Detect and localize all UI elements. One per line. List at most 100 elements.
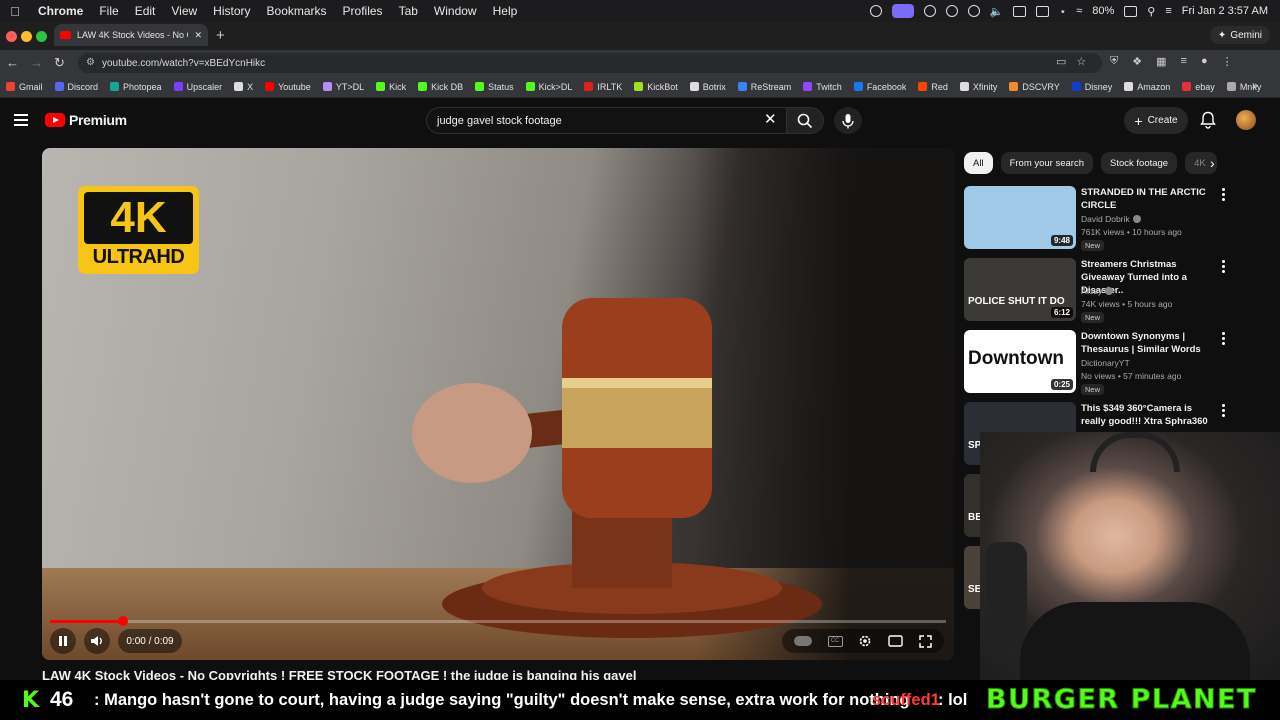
hamburger-menu-icon[interactable]: [14, 114, 28, 129]
menu-bookmarks[interactable]: Bookmarks: [259, 4, 335, 18]
account-avatar[interactable]: [1236, 110, 1256, 130]
status-box-icon[interactable]: [1013, 5, 1027, 17]
media-play-icon[interactable]: [967, 5, 980, 17]
fullscreen-icon[interactable]: [919, 634, 932, 648]
forward-arrow-icon[interactable]: →: [30, 55, 43, 70]
window-close-button[interactable]: [6, 31, 17, 42]
bookmark-item[interactable]: IRLTK: [584, 82, 622, 92]
bookmark-item[interactable]: DSCVRY: [1009, 82, 1060, 92]
status-camera-icon[interactable]: [869, 5, 882, 17]
bookmark-item[interactable]: Gmail: [6, 82, 43, 92]
bookmark-item[interactable]: ebay: [1182, 82, 1215, 92]
gemini-button[interactable]: ✦ Gemini: [1209, 26, 1270, 44]
more-actions-icon[interactable]: [1222, 404, 1228, 419]
pause-button[interactable]: [50, 628, 76, 654]
install-app-icon[interactable]: ▭: [1056, 55, 1066, 68]
status-grid-icon[interactable]: [945, 5, 958, 17]
bookmark-item[interactable]: Youtube: [265, 82, 311, 92]
create-button[interactable]: + Create: [1124, 107, 1188, 134]
control-center-icon[interactable]: ≡: [1165, 5, 1171, 17]
site-info-icon[interactable]: ⚙: [86, 57, 95, 68]
puzzle-extensions-icon[interactable]: ❖: [1132, 55, 1142, 68]
captions-icon[interactable]: CC: [827, 635, 843, 647]
bookmark-item[interactable]: YT>DL: [322, 82, 364, 92]
wifi-icon[interactable]: ≈: [1076, 5, 1082, 17]
bookmark-item[interactable]: Kick DB: [418, 82, 463, 92]
bookmark-item[interactable]: Photopea: [110, 82, 162, 92]
back-arrow-icon[interactable]: ←: [6, 55, 19, 70]
recommendation-item[interactable]: Downtown 0:25 Downtown Synonyms | Thesauru…: [964, 330, 1244, 395]
mute-button[interactable]: [84, 628, 110, 654]
search-button[interactable]: [786, 107, 824, 134]
recommendation-title[interactable]: Downtown Synonyms | Thesaurus | Similar …: [1081, 330, 1216, 356]
bookmark-item[interactable]: Botrix: [689, 82, 726, 92]
bookmark-item[interactable]: Disney: [1071, 82, 1112, 92]
profile-avatar-small[interactable]: ●: [1201, 55, 1208, 68]
apple-menu-icon[interactable]: : [0, 4, 30, 19]
recommendation-item[interactable]: 9:48 STRANDED IN THE ARCTIC CIRCLE David D…: [964, 186, 1244, 251]
bookmark-item[interactable]: Status: [475, 82, 514, 92]
bookmark-item[interactable]: KickBot: [634, 82, 678, 92]
video-thumbnail[interactable]: Downtown 0:25: [964, 330, 1076, 393]
bookmark-item[interactable]: Discord: [54, 82, 98, 92]
recommendation-title[interactable]: STRANDED IN THE ARCTIC CIRCLE: [1081, 186, 1216, 212]
voice-search-button[interactable]: [834, 107, 862, 134]
bookmark-item[interactable]: Kick>DL: [525, 82, 572, 92]
video-thumbnail[interactable]: 9:48: [964, 186, 1076, 249]
bookmark-item[interactable]: Upscaler: [173, 82, 222, 92]
sidepanel-icon[interactable]: ▦: [1156, 55, 1166, 68]
tab-close-icon[interactable]: ✕: [194, 30, 202, 41]
display-icon[interactable]: [1036, 5, 1050, 17]
menu-edit[interactable]: Edit: [127, 4, 164, 18]
video-progress-bar[interactable]: [50, 616, 946, 626]
channel-name[interactable]: David Dobrik: [1081, 214, 1141, 224]
notifications-bell-icon[interactable]: [1200, 111, 1216, 129]
chip-stock-footage[interactable]: Stock footage: [1101, 152, 1178, 174]
video-thumbnail[interactable]: POLICE SHUT IT DO 6:12: [964, 258, 1076, 321]
reading-list-icon[interactable]: ≡: [1181, 55, 1187, 68]
chrome-menu-icon[interactable]: ⋮: [1222, 55, 1233, 68]
bookmark-item[interactable]: Amazon: [1124, 82, 1170, 92]
browser-tab-active[interactable]: LAW 4K Stock Videos - No Co ✕: [54, 24, 208, 46]
clock-datetime[interactable]: Fri Jan 2 3:57 AM: [1182, 5, 1268, 17]
spotlight-search-icon[interactable]: ⚲: [1147, 5, 1155, 18]
channel-name[interactable]: Atozy: [1081, 286, 1114, 296]
bluetooth-icon[interactable]: ⋆: [1059, 5, 1066, 18]
bookmark-item[interactable]: ReStream: [737, 82, 791, 92]
menu-window[interactable]: Window: [426, 4, 485, 18]
battery-icon[interactable]: [1124, 5, 1138, 17]
address-bar[interactable]: ⚙ youtube.com/watch?v=xBEdYcnHikc: [78, 53, 1102, 73]
recommendation-title[interactable]: This $349 360°Camera is really good!!! X…: [1081, 402, 1216, 428]
bookmark-item[interactable]: X: [234, 82, 253, 92]
menu-file[interactable]: File: [91, 4, 126, 18]
menu-help[interactable]: Help: [485, 4, 526, 18]
new-tab-icon[interactable]: +: [216, 27, 225, 44]
channel-name[interactable]: DictionaryYT: [1081, 358, 1130, 368]
bookmark-item[interactable]: Kick: [376, 82, 406, 92]
clear-search-icon[interactable]: ✕: [764, 110, 777, 128]
chip-from-your-search[interactable]: From your search: [1000, 152, 1093, 174]
menu-app-name[interactable]: Chrome: [30, 4, 91, 18]
youtube-premium-logo[interactable]: Premium: [45, 112, 127, 128]
search-input[interactable]: judge gavel stock footage: [426, 107, 786, 134]
shield-extension-icon[interactable]: ⛨: [1110, 55, 1118, 68]
screen-share-icon[interactable]: [891, 4, 914, 18]
menu-profiles[interactable]: Profiles: [335, 4, 391, 18]
window-zoom-button[interactable]: [36, 31, 47, 42]
theater-mode-icon[interactable]: [888, 635, 903, 647]
window-minimize-button[interactable]: [21, 31, 32, 42]
autoplay-toggle[interactable]: [793, 636, 812, 646]
settings-gear-icon[interactable]: [858, 634, 872, 648]
more-actions-icon[interactable]: [1222, 260, 1228, 275]
bookmark-item[interactable]: Xfinity: [959, 82, 997, 92]
volume-icon[interactable]: 🔈: [990, 5, 1004, 18]
bookmark-item[interactable]: Twitch: [803, 82, 842, 92]
reload-icon[interactable]: ↻: [54, 55, 65, 71]
menu-tab[interactable]: Tab: [391, 4, 426, 18]
bookmark-item[interactable]: Facebook: [853, 82, 906, 92]
chevron-right-icon[interactable]: ›: [1210, 155, 1215, 171]
menu-view[interactable]: View: [163, 4, 205, 18]
menu-history[interactable]: History: [205, 4, 258, 18]
more-actions-icon[interactable]: [1222, 188, 1228, 203]
bookmark-item[interactable]: Red: [918, 82, 948, 92]
